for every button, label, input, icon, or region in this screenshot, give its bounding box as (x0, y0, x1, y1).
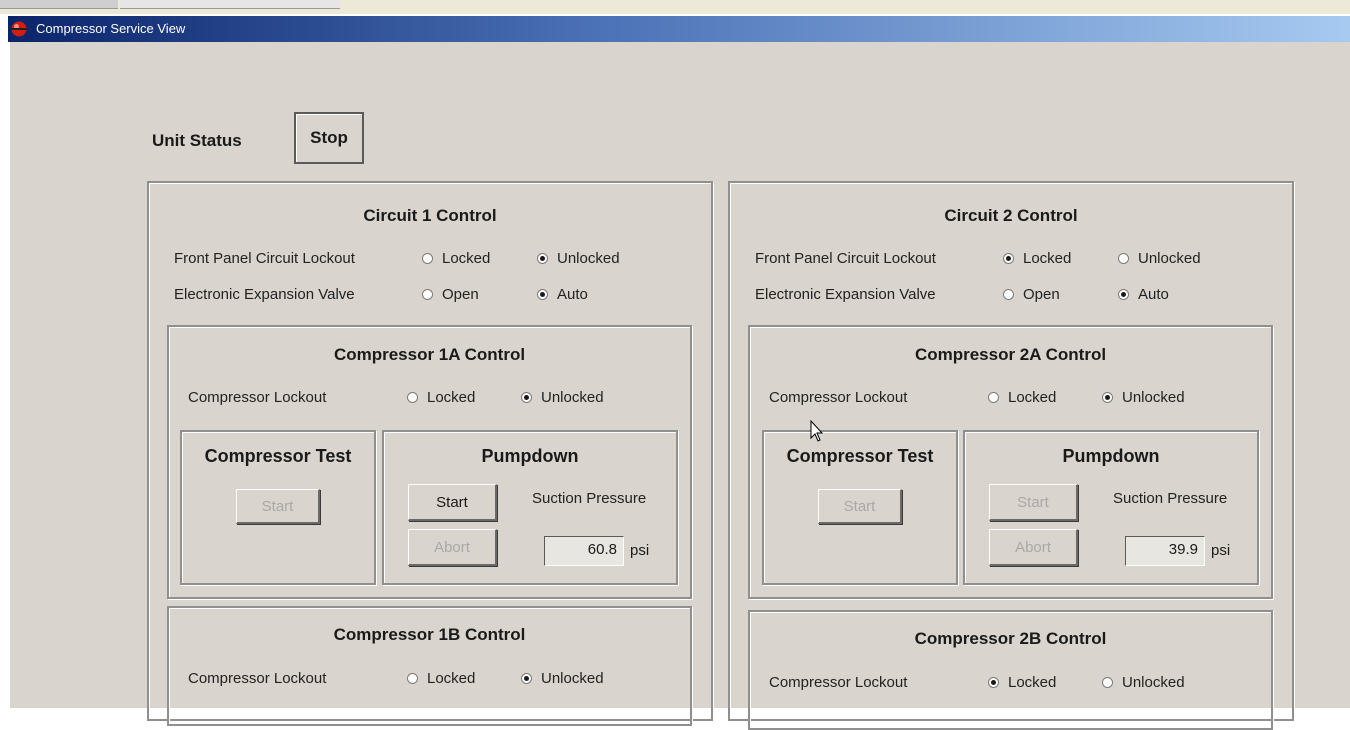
compressor-test-title: Compressor Test (786, 446, 934, 466)
suction-pressure-value: 60.8 (544, 536, 624, 566)
compressor-1b-unlocked-radio[interactable]: Unlocked (521, 670, 604, 687)
compressor-lockout-label: Compressor Lockout (769, 389, 908, 406)
eev-auto-radio[interactable]: Auto (1118, 286, 1169, 303)
circuit-2-title: Circuit 2 Control (944, 206, 1078, 225)
eev-open-radio[interactable]: Open (422, 286, 479, 303)
eev-label: Electronic Expansion Valve (755, 286, 936, 303)
compressor-test-title: Compressor Test (204, 446, 352, 466)
suction-pressure-label: Suction Pressure (1113, 490, 1228, 507)
pumpdown-start-button[interactable]: Start (408, 484, 497, 521)
compressor-1b-panel (167, 606, 692, 726)
background-tab[interactable] (120, 0, 340, 9)
compressor-1a-title: Compressor 1A Control (333, 345, 526, 364)
compressor-test-start-button[interactable]: Start (818, 489, 902, 524)
compressor-lockout-label: Compressor Lockout (188, 670, 327, 687)
compressor-2b-unlocked-radio[interactable]: Unlocked (1102, 674, 1185, 691)
compressor-1b-title: Compressor 1B Control (333, 625, 526, 644)
window-title: Compressor Service View (36, 21, 186, 36)
compressor-2a-locked-radio[interactable]: Locked (988, 389, 1056, 406)
front-panel-unlocked-radio[interactable]: Unlocked (1118, 250, 1201, 267)
eev-auto-radio[interactable]: Auto (537, 286, 588, 303)
pumpdown-start-button[interactable]: Start (989, 484, 1078, 521)
background-tab[interactable] (0, 0, 118, 9)
suction-pressure-value: 39.9 (1125, 536, 1205, 566)
front-panel-lockout-label: Front Panel Circuit Lockout (755, 250, 936, 267)
top-strip (0, 0, 1350, 14)
window-titlebar[interactable]: Compressor Service View (8, 16, 1350, 42)
mouse-pointer-icon (810, 420, 824, 442)
front-panel-locked-radio[interactable]: Locked (1003, 250, 1071, 267)
compressor-1a-unlocked-radio[interactable]: Unlocked (521, 389, 604, 406)
suction-pressure-unit: psi (1211, 542, 1231, 559)
compressor-2a-title: Compressor 2A Control (914, 345, 1107, 364)
front-panel-unlocked-radio[interactable]: Unlocked (537, 250, 620, 267)
front-panel-lockout-label: Front Panel Circuit Lockout (174, 250, 355, 267)
suction-pressure-label: Suction Pressure (532, 490, 647, 507)
compressor-lockout-label: Compressor Lockout (188, 389, 327, 406)
compressor-lockout-label: Compressor Lockout (769, 674, 908, 691)
red-sphere-icon (11, 21, 27, 37)
unit-status-badge: Stop (294, 112, 364, 164)
compressor-test-start-button[interactable]: Start (236, 489, 320, 524)
circuit-1-title: Circuit 1 Control (363, 206, 497, 225)
compressor-2b-panel (748, 610, 1273, 730)
pumpdown-abort-button[interactable]: Abort (408, 529, 497, 566)
front-panel-locked-radio[interactable]: Locked (422, 250, 490, 267)
compressor-1a-locked-radio[interactable]: Locked (407, 389, 475, 406)
suction-pressure-unit: psi (630, 542, 650, 559)
pumpdown-title: Pumpdown (1062, 446, 1160, 466)
compressor-2b-title: Compressor 2B Control (914, 629, 1107, 648)
compressor-2a-unlocked-radio[interactable]: Unlocked (1102, 389, 1185, 406)
eev-label: Electronic Expansion Valve (174, 286, 355, 303)
eev-open-radio[interactable]: Open (1003, 286, 1060, 303)
compressor-1b-locked-radio[interactable]: Locked (407, 670, 475, 687)
pumpdown-title: Pumpdown (481, 446, 579, 466)
unit-status-label: Unit Status (152, 131, 242, 150)
compressor-2b-locked-radio[interactable]: Locked (988, 674, 1056, 691)
pumpdown-abort-button[interactable]: Abort (989, 529, 1078, 566)
